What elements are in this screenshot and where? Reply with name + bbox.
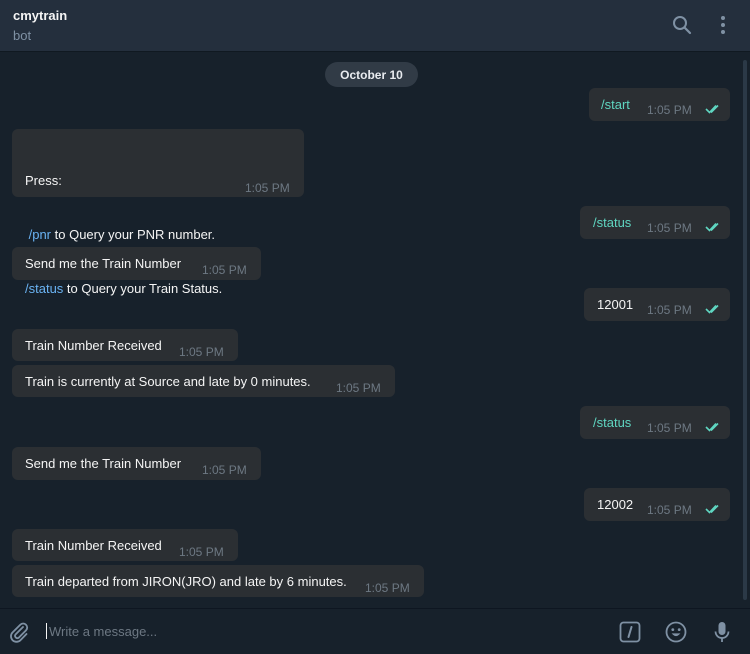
emoji-button[interactable] — [664, 620, 688, 644]
read-checkmarks-icon — [705, 504, 719, 514]
bot-commands-button[interactable] — [619, 621, 641, 643]
message-time: 1:05 PM — [179, 345, 224, 359]
message-outgoing[interactable]: /start 1:05 PM — [589, 88, 730, 121]
message-time: 1:05 PM — [179, 545, 224, 559]
microphone-icon — [714, 622, 730, 642]
voice-record-button[interactable] — [710, 620, 734, 644]
message-composer: Write a message... — [0, 608, 750, 654]
message-outgoing[interactable]: 12001 1:05 PM — [584, 288, 730, 321]
read-checkmarks-icon — [705, 422, 719, 432]
message-text: Send me the Train Number — [25, 456, 182, 471]
message-time: 1:05 PM — [202, 263, 247, 277]
text-caret — [46, 623, 47, 639]
paperclip-icon — [10, 622, 29, 643]
scrollbar-thumb[interactable] — [743, 60, 747, 600]
message-time: 1:05 PM — [647, 421, 692, 435]
more-menu-button[interactable] — [709, 11, 737, 39]
message-incoming[interactable]: Train is currently at Source and late by… — [12, 365, 395, 397]
message-text[interactable]: /status — [593, 214, 631, 232]
message-text: Press: /pnr to Query your PNR number. /s… — [25, 136, 222, 334]
message-time: 1:05 PM — [647, 221, 692, 235]
message-text: Train Number Received — [25, 538, 162, 553]
message-time: 1:05 PM — [336, 381, 381, 395]
message-input[interactable]: Write a message... — [46, 620, 586, 642]
message-text[interactable]: 12001 — [597, 296, 633, 314]
message-line: Press: — [25, 173, 62, 188]
command-link-status[interactable]: /status — [25, 281, 63, 296]
chat-header: cmytrain bot — [0, 0, 750, 52]
message-time: 1:05 PM — [365, 581, 410, 595]
read-checkmarks-icon — [705, 104, 719, 114]
attach-button[interactable] — [8, 621, 30, 643]
date-separator: October 10 — [325, 62, 418, 87]
search-button[interactable] — [668, 11, 696, 39]
message-time: 1:05 PM — [202, 463, 247, 477]
message-time: 1:05 PM — [647, 503, 692, 517]
read-checkmarks-icon — [705, 222, 719, 232]
message-time: 1:05 PM — [245, 181, 290, 195]
smile-icon — [665, 621, 687, 643]
message-text: Train Number Received — [25, 338, 162, 353]
message-incoming[interactable]: Train departed from JIRON(JRO) and late … — [12, 565, 424, 597]
message-time: 1:05 PM — [647, 103, 692, 117]
message-text[interactable]: 12002 — [597, 496, 633, 514]
read-checkmarks-icon — [705, 304, 719, 314]
message-line: /status to Query your Train Status. — [25, 281, 223, 296]
message-text[interactable]: /status — [593, 414, 631, 432]
message-outgoing[interactable]: 12002 1:05 PM — [584, 488, 730, 521]
message-input-placeholder: Write a message... — [49, 623, 158, 639]
message-line: /pnr to Query your PNR number. — [25, 227, 216, 242]
more-vertical-icon — [721, 16, 725, 34]
message-time: 1:05 PM — [647, 303, 692, 317]
message-outgoing[interactable]: /status 1:05 PM — [580, 206, 730, 239]
message-outgoing[interactable]: /status 1:05 PM — [580, 406, 730, 439]
chat-title[interactable]: cmytrain — [13, 8, 67, 23]
message-text: Send me the Train Number — [25, 256, 182, 271]
message-incoming[interactable]: Train Number Received 1:05 PM — [12, 329, 238, 361]
message-text: Train is currently at Source and late by… — [25, 374, 311, 389]
message-incoming[interactable]: Press: /pnr to Query your PNR number. /s… — [12, 129, 304, 296]
message-text[interactable]: /start — [601, 96, 630, 114]
message-incoming[interactable]: Send me the Train Number 1:05 PM — [12, 247, 261, 280]
message-text: Train departed from JIRON(JRO) and late … — [25, 574, 347, 589]
message-incoming[interactable]: Send me the Train Number 1:05 PM — [12, 447, 261, 480]
chat-subtitle: bot — [13, 28, 32, 43]
message-incoming[interactable]: Train Number Received 1:05 PM — [12, 529, 238, 561]
command-link-pnr[interactable]: /pnr — [25, 227, 51, 242]
slash-commands-icon — [619, 621, 641, 643]
search-icon — [673, 16, 692, 35]
